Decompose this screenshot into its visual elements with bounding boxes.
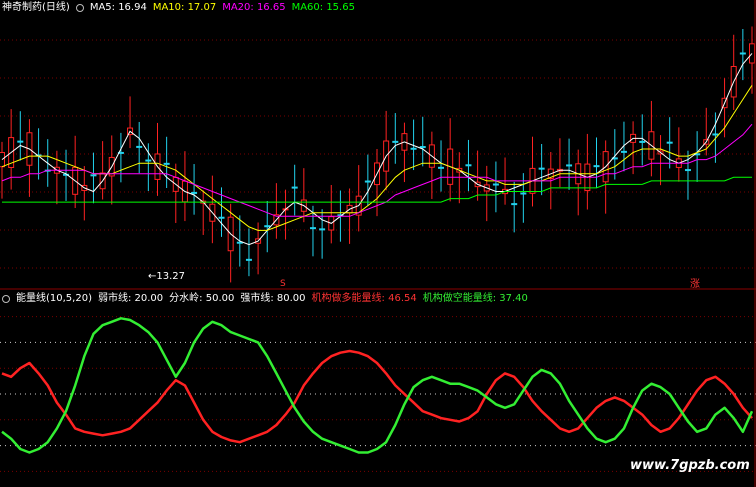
- candle-body: [17, 140, 24, 143]
- candle-body: [419, 146, 426, 149]
- settings-circle-icon[interactable]: [75, 4, 84, 12]
- candle-body: [218, 216, 225, 219]
- level-weak: 弱市线: 20.00: [97, 293, 164, 304]
- candle-body: [245, 258, 252, 261]
- signal-marker-zhang: 涨: [690, 279, 700, 290]
- indicator-circle-icon[interactable]: [2, 295, 10, 303]
- candle-body: [136, 145, 143, 148]
- candle-body: [438, 166, 445, 169]
- candle-body: [666, 141, 673, 144]
- candle-body: [520, 192, 527, 195]
- candlesticks: [0, 26, 755, 283]
- legend-ma60: MA60: 15.65: [291, 2, 355, 13]
- stock-title: 神奇制药(日线): [2, 2, 70, 13]
- legend-ma20: MA20: 16.65: [222, 2, 286, 13]
- candle-body: [593, 165, 600, 168]
- watermark: www.7gpzb.com: [630, 458, 750, 473]
- candle-body: [163, 162, 170, 165]
- stock-chart: [0, 0, 756, 487]
- candle-body: [364, 180, 371, 183]
- candle-body: [712, 133, 719, 136]
- candle-body: [145, 159, 152, 162]
- candle-body: [410, 147, 417, 150]
- candle-body: [639, 140, 646, 143]
- legend-long-energy: 机构做多能量线: 46.54: [311, 293, 417, 304]
- candle-body: [538, 167, 545, 170]
- candle-body: [511, 203, 518, 206]
- low-price-marker: ←13.27: [148, 271, 186, 282]
- legend-ma5: MA5: 16.94: [89, 2, 147, 13]
- indicator-panel-header: 能量线(10,5,20) 弱市线: 20.00 分水岭: 50.00 强市线: …: [2, 293, 528, 305]
- candle-body: [620, 150, 627, 153]
- candle-body: [236, 241, 243, 244]
- energy-lines: [1, 317, 754, 454]
- candle-body: [465, 164, 472, 167]
- level-strong: 强市线: 80.00: [240, 293, 306, 304]
- candle-body: [319, 228, 326, 231]
- signal-marker-s: S: [280, 279, 286, 289]
- candle-body: [739, 52, 746, 55]
- candle-body: [684, 169, 691, 172]
- candle-body: [264, 225, 271, 228]
- legend-short-energy: 机构做空能量线: 37.40: [422, 293, 528, 304]
- candle-body: [492, 183, 499, 186]
- candle-body: [566, 164, 573, 167]
- candle-body: [191, 191, 198, 194]
- indicator-title: 能量线(10,5,20): [16, 293, 92, 304]
- level-divide: 分水岭: 50.00: [169, 293, 235, 304]
- price-panel-header: 神奇制药(日线) MA5: 16.94 MA10: 17.07 MA20: 16…: [2, 2, 355, 14]
- candle-body: [309, 227, 316, 230]
- candle-body: [392, 140, 399, 143]
- candle-body: [90, 174, 97, 177]
- candle-body: [291, 186, 298, 189]
- legend-ma10: MA10: 17.07: [152, 2, 217, 13]
